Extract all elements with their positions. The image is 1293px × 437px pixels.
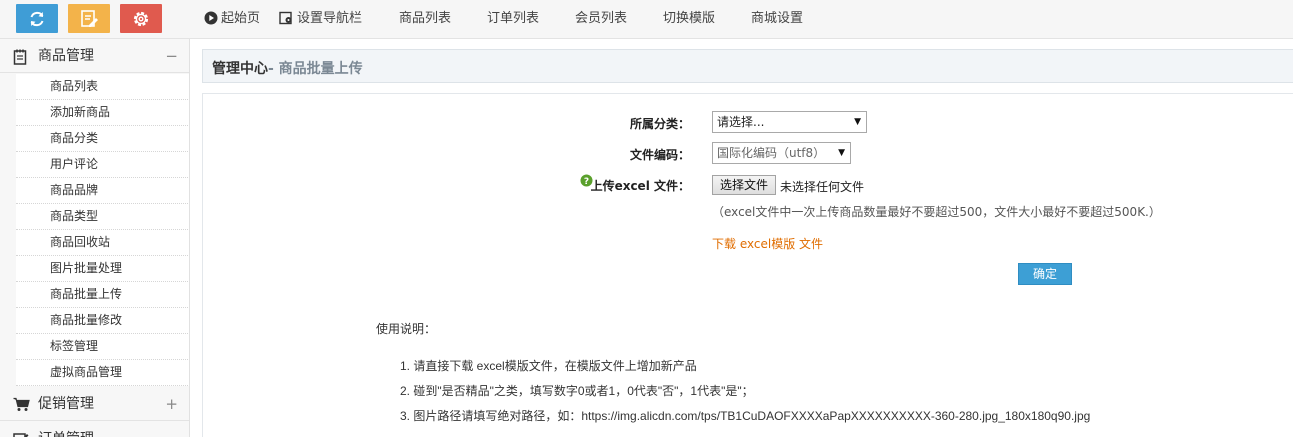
category-select-value: 请选择... — [717, 115, 765, 129]
nav-member-list[interactable]: 会员列表 — [575, 0, 627, 39]
usage-title: 使用说明： — [376, 322, 437, 336]
settings-nav-icon — [279, 11, 292, 24]
page-title-bar: 管理中心- 商品批量上传 — [202, 49, 1293, 83]
sidebar-item[interactable]: 商品列表 — [16, 74, 189, 100]
sidebar-group-product-management[interactable]: 商品管理 − — [0, 39, 189, 73]
choose-file-button[interactable]: 选择文件 — [712, 175, 776, 195]
gear-icon — [133, 11, 149, 27]
top-toolbar: 起始页 设置导航栏 商品列表 订单列表 会员列表 切换模版 商城设置 — [0, 0, 1293, 39]
settings-button[interactable] — [120, 4, 162, 33]
nav-mall-settings-label: 商城设置 — [751, 11, 804, 26]
sidebar-item[interactable]: 商品批量上传 — [16, 282, 189, 308]
order-edit-icon — [13, 433, 29, 437]
usage-step: 2. 碰到"是否精品"之类，填写数字0或者1，0代表"否"，1代表"是"； — [400, 384, 754, 398]
sidebar-group-label: 订单管理 — [38, 422, 94, 437]
page-title: 管理中心- 商品批量上传 — [212, 58, 363, 78]
dropdown-arrow-icon: ▼ — [838, 148, 845, 158]
upload-label: 上传excel 文件： — [590, 179, 690, 193]
sidebar-item[interactable]: 商品品牌 — [16, 178, 189, 204]
nav-start-page-label: 起始页 — [221, 11, 261, 26]
sidebar-item[interactable]: 图片批量处理 — [16, 256, 189, 282]
upload-hint: （excel文件中一次上传商品数量最好不要超过500，文件大小最好不要超过500… — [712, 205, 1161, 219]
nav-member-list-label: 会员列表 — [575, 11, 628, 26]
edit-note-button[interactable] — [68, 4, 110, 33]
nav-start-page[interactable]: 起始页 — [204, 0, 260, 39]
nav-switch-template[interactable]: 切换模版 — [663, 0, 715, 39]
play-circle-icon — [204, 11, 218, 24]
no-file-text: 未选择任何文件 — [780, 180, 865, 194]
sidebar-group-promotion-management[interactable]: 促销管理 + — [0, 387, 189, 421]
notepad-icon — [13, 49, 27, 65]
encoding-label: 文件编码： — [629, 148, 690, 162]
page-subtitle: - 商品批量上传 — [268, 61, 363, 77]
cart-icon — [13, 397, 30, 411]
expand-toggle[interactable]: + — [165, 387, 178, 421]
sidebar-item[interactable]: 商品分类 — [16, 126, 189, 152]
nav-order-list-label: 订单列表 — [487, 11, 540, 26]
sidebar-item[interactable]: 商品批量修改 — [16, 308, 189, 334]
nav-mall-settings[interactable]: 商城设置 — [751, 0, 803, 39]
nav-product-list-label: 商品列表 — [399, 11, 452, 26]
edit-note-icon — [81, 10, 98, 27]
encoding-select[interactable]: 国际化编码（utf8） ▼ — [712, 142, 851, 164]
sidebar-item[interactable]: 添加新商品 — [16, 100, 189, 126]
nav-order-list[interactable]: 订单列表 — [487, 0, 539, 39]
refresh-icon — [30, 11, 44, 27]
confirm-button[interactable]: 确定 — [1018, 263, 1072, 285]
encoding-select-value: 国际化编码（utf8） — [717, 146, 826, 160]
category-label: 所属分类： — [629, 117, 690, 131]
usage-step: 1. 请直接下载 excel模版文件，在模版文件上增加新产品 — [400, 359, 697, 373]
sidebar-group-label: 促销管理 — [38, 396, 94, 412]
nav-product-list[interactable]: 商品列表 — [399, 0, 451, 39]
nav-settings-navbar[interactable]: 设置导航栏 — [279, 0, 362, 39]
nav-settings-navbar-label: 设置导航栏 — [297, 11, 363, 26]
sidebar-item[interactable]: 用户评论 — [16, 152, 189, 178]
sidebar-item[interactable]: 商品类型 — [16, 204, 189, 230]
refresh-button[interactable] — [16, 4, 58, 33]
sidebar-group-order-management[interactable]: 订单管理 — [0, 422, 189, 437]
collapse-toggle[interactable]: − — [165, 39, 178, 73]
page-title-main: 管理中心 — [212, 61, 268, 77]
category-select[interactable]: 请选择... ▼ — [712, 111, 867, 133]
sidebar-group-label: 商品管理 — [38, 48, 94, 64]
sidebar-item[interactable]: 标签管理 — [16, 334, 189, 360]
dropdown-arrow-icon: ▼ — [854, 117, 861, 127]
download-template-link[interactable]: 下载 excel模版 文件 — [712, 235, 823, 252]
usage-step: 3. 图片路径请填写绝对路径，如：https://img.alicdn.com/… — [400, 409, 1091, 423]
sidebar-item[interactable]: 虚拟商品管理 — [16, 360, 189, 386]
sidebar: 商品管理 − 商品列表 添加新商品 商品分类 用户评论 商品品牌 商品类型 商品… — [0, 39, 190, 437]
sidebar-item[interactable]: 商品回收站 — [16, 230, 189, 256]
nav-switch-template-label: 切换模版 — [663, 11, 716, 26]
